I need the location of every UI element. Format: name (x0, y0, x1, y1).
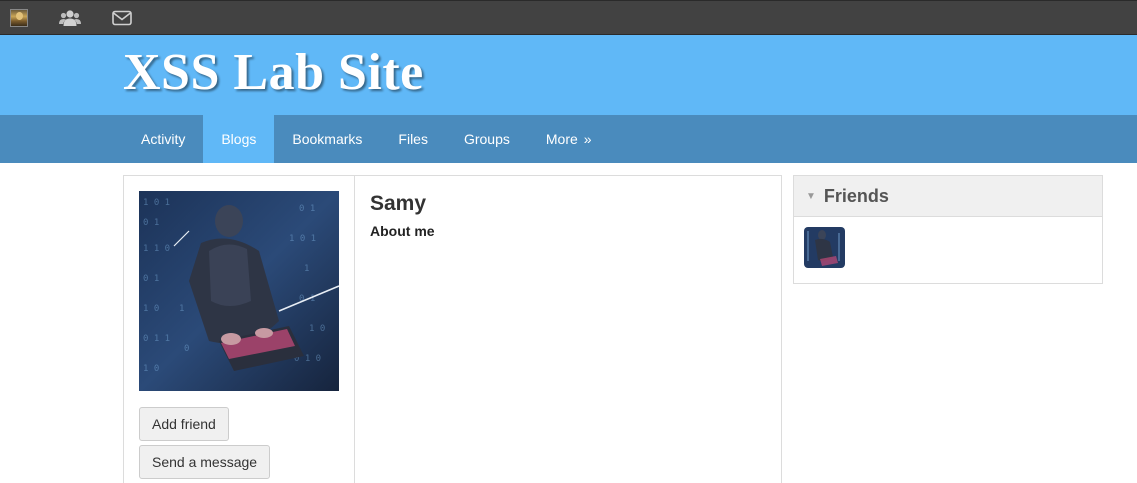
profile-sidebar: 1 0 1 0 1 1 1 0 0 1 1 0 0 1 1 1 0 0 1 1 0 1 1 0… (124, 176, 355, 483)
profile-box: 1 0 1 0 1 1 1 0 0 1 1 0 0 1 1 1 0 0 1 1 0 1 1 0… (123, 175, 782, 483)
friends-title: Friends (823, 185, 889, 206)
site-title[interactable]: XSS Lab Site (123, 43, 424, 102)
svg-text:1 0 1: 1 0 1 (143, 198, 170, 208)
nav-item-groups[interactable]: Groups (446, 115, 528, 163)
triangle-down-icon[interactable]: ▼ (806, 191, 816, 202)
svg-text:1 0: 1 0 (143, 364, 159, 374)
nav-item-activity[interactable]: Activity (123, 115, 203, 163)
about-me-label: About me (370, 223, 435, 239)
send-message-button[interactable]: Send a message (139, 445, 271, 479)
profile-photo[interactable]: 1 0 1 0 1 1 1 0 0 1 1 0 0 1 1 1 0 0 1 1 0 1 1 0… (139, 191, 339, 391)
nav-item-files[interactable]: Files (380, 115, 446, 163)
envelope-icon[interactable] (112, 7, 132, 29)
nav-item-blogs[interactable]: Blogs (203, 115, 275, 163)
add-friend-button[interactable]: Add friend (139, 407, 229, 441)
svg-text:1: 1 (179, 304, 184, 314)
nav-item-bookmarks[interactable]: Bookmarks (274, 115, 380, 163)
svg-text:1 0 1: 1 0 1 (289, 234, 316, 244)
site-header: XSS Lab Site (0, 35, 1137, 115)
svg-text:0: 0 (184, 344, 189, 354)
svg-text:1 0: 1 0 (143, 304, 159, 314)
double-chevron-right-icon: » (583, 131, 592, 147)
nav-item-more[interactable]: More » (528, 115, 610, 163)
svg-text:1 0: 1 0 (309, 324, 325, 334)
svg-text:0 1 1: 0 1 1 (143, 334, 170, 344)
svg-text:0 1: 0 1 (143, 274, 159, 284)
top-toolbar (0, 0, 1137, 35)
svg-text:0 1: 0 1 (143, 218, 159, 228)
friend-avatar[interactable] (804, 227, 845, 268)
friends-module: ▼ Friends (793, 175, 1103, 284)
svg-text:1: 1 (304, 264, 309, 274)
main-nav: Activity Blogs Bookmarks Files Groups Mo… (0, 115, 1137, 163)
svg-text:1 1 0: 1 1 0 (143, 244, 170, 254)
nav-more-label: More (545, 131, 578, 147)
svg-text:0 1: 0 1 (299, 204, 315, 214)
profile-name: Samy (370, 192, 427, 215)
friends-icon[interactable] (58, 7, 82, 29)
friends-header[interactable]: ▼ Friends (794, 176, 1102, 217)
user-avatar-icon[interactable] (10, 9, 28, 27)
